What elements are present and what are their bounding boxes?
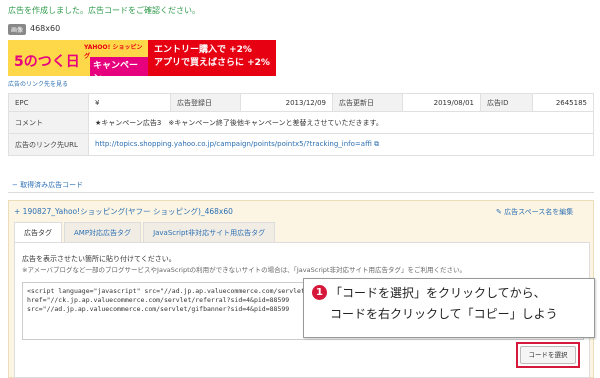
table-row: コメント ★キャンペーン広告3 ※キャンペーン終了後他キャンペーンと差替えさせて… — [8, 111, 594, 134]
url-cell: http://topics.shopping.yahoo.co.jp/campa… — [88, 133, 594, 156]
banner-right-line2: アプリで買えばさらに +2% — [154, 58, 270, 68]
banner-campaign-label: キャンペーン — [90, 57, 148, 76]
epc-label: EPC — [8, 93, 89, 112]
step-number-badge: 1 — [312, 285, 327, 300]
ad-type-badge: 画像 — [8, 24, 27, 35]
url-label: 広告のリンク先URL — [8, 133, 89, 156]
tab-ad-tag[interactable]: 広告タグ — [14, 222, 62, 242]
success-message: 広告を作成しました。広告コードをご確認ください。 — [8, 6, 200, 15]
updated-label: 広告更新日 — [332, 93, 403, 112]
tag-tabs: 広告タグ AMP対応広告タグ JavaScript非対応サイト用広告タグ — [14, 222, 277, 242]
ad-banner-image[interactable]: 5のつく日 YAHOO! ショッピング キャンペーン エントリー購入で +2% … — [8, 40, 276, 76]
edit-space-name-label: 広告スペース名を編集 — [504, 208, 574, 216]
epc-value: ¥ — [88, 93, 171, 112]
callout-line2: コードを右クリックして「コピー」しよう — [330, 307, 558, 321]
edit-space-name-link[interactable]: ✎ 広告スペース名を編集 — [496, 207, 573, 217]
banner-big-text: 5のつく日 — [14, 54, 80, 70]
table-row: EPC ¥ 広告登録日 2013/12/09 広告更新日 2019/08/01 … — [8, 93, 594, 112]
banner-left: 5のつく日 YAHOO! ショッピング キャンペーン — [8, 40, 148, 76]
ad-info-table: EPC ¥ 広告登録日 2013/12/09 広告更新日 2019/08/01 … — [8, 93, 594, 156]
ad-id-value: 2645185 — [532, 93, 594, 112]
registered-label: 広告登録日 — [170, 93, 241, 112]
view-link-target-link[interactable]: 広告のリンク先を見る — [8, 79, 68, 88]
callout-line1: 「コードを選択」をクリックしてから、 — [330, 286, 546, 300]
ad-size-label: 468x60 — [30, 24, 61, 33]
external-link-icon[interactable]: ⧉ — [374, 140, 379, 148]
paste-instruction: 広告を表示させたい箇所に貼り付けてください。 — [22, 255, 176, 263]
comment-value: ★キャンペーン広告3 ※キャンペーン終了後他キャンペーンと差替えさせていただきま… — [88, 111, 594, 134]
tab-no-js-tag[interactable]: JavaScript非対応サイト用広告タグ — [143, 222, 276, 242]
tab-amp-tag[interactable]: AMP対応広告タグ — [64, 222, 142, 242]
blog-note: ※アメーバブログなど一部のブログサービスやJavaScriptの利用ができないサ… — [22, 266, 466, 274]
banner-right-line1: エントリー購入で +2% — [154, 45, 252, 55]
section-title[interactable]: − 取得済み広告コード — [8, 177, 594, 193]
pencil-icon: ✎ — [496, 208, 502, 216]
registered-value: 2013/12/09 — [240, 93, 333, 112]
target-url-link[interactable]: http://topics.shopping.yahoo.co.jp/campa… — [95, 140, 372, 148]
select-code-button[interactable]: コードを選択 — [520, 346, 576, 364]
comment-label: コメント — [8, 111, 89, 134]
table-row: 広告のリンク先URL http://topics.shopping.yahoo.… — [8, 133, 594, 156]
updated-value: 2019/08/01 — [402, 93, 481, 112]
ad-space-name[interactable]: + 190827_Yahoo!ショッピング(ヤフー ショッピング)_468x60 — [14, 206, 233, 217]
banner-right: エントリー購入で +2% アプリで買えばさらに +2% — [148, 40, 276, 76]
ad-id-label: 広告ID — [480, 93, 533, 112]
